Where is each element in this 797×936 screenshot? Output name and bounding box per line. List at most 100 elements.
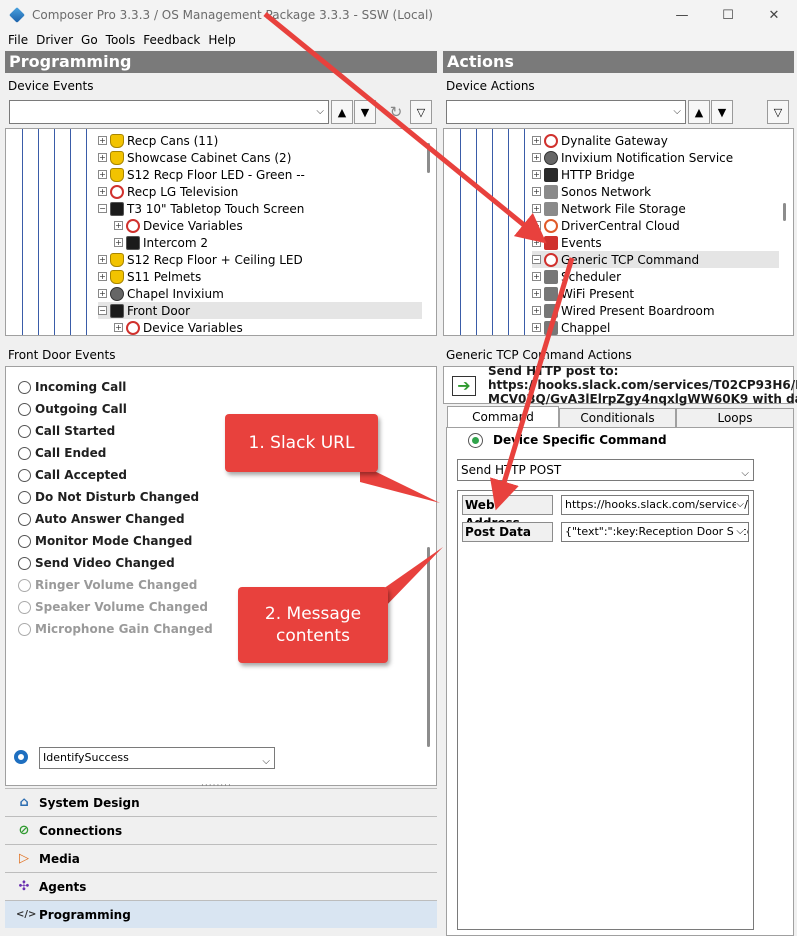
expand-icon[interactable]: + [98,187,107,196]
menu-tools[interactable]: Tools [106,33,136,47]
tree-item[interactable]: + Chapel Invixium [98,285,422,302]
scrollbar[interactable] [427,143,430,173]
nav-agents[interactable]: ✣ Agents [5,872,437,900]
move-down-button[interactable]: ▼ [711,100,733,124]
event-option[interactable]: Call Started [18,420,115,442]
device-actions-filter-combo[interactable]: ⌵ [446,100,686,124]
tree-item[interactable]: + Invixium Notification Service [532,149,779,166]
radio-icon[interactable] [18,556,31,570]
tree-item[interactable]: + Device Variables [114,217,422,234]
tree-item[interactable]: + S12 Recp Floor + Ceiling LED [98,251,422,268]
radio-icon[interactable] [18,402,31,416]
expand-icon[interactable]: + [98,136,107,145]
tree-item[interactable]: + Device Variables [114,319,422,335]
nav-programming[interactable]: </> Programming [5,900,437,928]
tree-item[interactable]: + Network File Storage [532,200,779,217]
tree-item[interactable]: − Generic TCP Command [532,251,779,268]
radio-icon[interactable] [18,424,31,438]
expand-icon[interactable]: + [532,289,541,298]
move-down-button[interactable]: ▼ [354,100,376,124]
web-address-field[interactable]: https://hooks.slack.com/services/ ⌵ [561,495,749,515]
move-up-button[interactable]: ▲ [688,100,710,124]
tree-item[interactable]: + HTTP Bridge [532,166,779,183]
event-option[interactable]: Outgoing Call [18,398,127,420]
command-select[interactable]: Send HTTP POST ⌵ [457,459,754,481]
tab-loops[interactable]: Loops [676,408,794,427]
radio-icon[interactable] [18,512,31,526]
event-option[interactable]: Monitor Mode Changed [18,530,192,552]
minimize-button[interactable]: — [659,0,705,30]
expand-icon[interactable]: + [532,238,541,247]
maximize-button[interactable]: ☐ [705,0,751,30]
expand-icon[interactable]: + [98,170,107,179]
expand-icon[interactable]: + [98,289,107,298]
collapse-icon[interactable]: − [98,306,107,315]
menu-driver[interactable]: Driver [36,33,73,47]
radio-icon[interactable] [18,490,31,504]
tree-item[interactable]: − T3 10" Tabletop Touch Screen [98,200,422,217]
tree-item[interactable]: + WiFi Present [532,285,779,302]
menu-go[interactable]: Go [81,33,98,47]
expand-icon[interactable]: + [532,136,541,145]
filter-button[interactable]: ▽ [410,100,432,124]
event-option[interactable]: Send Video Changed [18,552,175,574]
tree-item[interactable]: + Recp Cans (11) [98,132,422,149]
collapse-icon[interactable]: − [98,204,107,213]
expand-icon[interactable]: + [98,153,107,162]
tree-item[interactable]: + Events [532,234,779,251]
nav-media[interactable]: ▷ Media [5,844,437,872]
expand-icon[interactable]: + [114,323,123,332]
tree-item[interactable]: + Intercom 2 [114,234,422,251]
event-option[interactable]: Do Not Disturb Changed [18,486,199,508]
tree-item[interactable]: + Scheduler [532,268,779,285]
move-up-button[interactable]: ▲ [331,100,353,124]
variable-radio-selected[interactable] [14,750,28,764]
device-specific-radio[interactable] [468,433,483,448]
refresh-button[interactable]: ↻ [385,100,407,124]
collapse-icon[interactable]: − [532,255,541,264]
expand-icon[interactable]: + [98,255,107,264]
expand-icon[interactable]: + [532,204,541,213]
event-option[interactable]: Incoming Call [18,376,126,398]
add-action-button[interactable]: ➔ [452,376,476,396]
menu-help[interactable]: Help [208,33,235,47]
radio-icon[interactable] [18,380,31,394]
post-data-field[interactable]: {"text":":key:Reception Door Succe ⌵ [561,522,749,542]
expand-icon[interactable]: + [532,153,541,162]
expand-icon[interactable]: + [532,272,541,281]
tree-item[interactable]: + Showcase Cabinet Cans (2) [98,149,422,166]
expand-icon[interactable]: + [532,221,541,230]
nav-system-design[interactable]: ⌂ System Design [5,788,437,816]
tree-item[interactable]: + Chappel [532,319,779,335]
scrollbar[interactable] [427,547,430,747]
expand-icon[interactable]: + [98,272,107,281]
event-option[interactable]: Auto Answer Changed [18,508,185,530]
tree-item[interactable]: + Dynalite Gateway [532,132,779,149]
radio-icon[interactable] [18,534,31,548]
close-button[interactable]: ✕ [751,0,797,30]
menu-file[interactable]: File [8,33,28,47]
expand-icon[interactable]: + [532,306,541,315]
event-option[interactable]: Call Ended [18,442,106,464]
scrollbar[interactable] [783,203,786,221]
radio-icon[interactable] [18,468,31,482]
tree-item[interactable]: + S12 Recp Floor LED - Green -- [98,166,422,183]
tab-command[interactable]: Command [447,406,559,427]
radio-icon[interactable] [18,446,31,460]
tree-item[interactable]: − Front Door [98,302,422,319]
tab-conditionals[interactable]: Conditionals [559,408,676,427]
tree-item[interactable]: + S11 Pelmets [98,268,422,285]
expand-icon[interactable]: + [114,221,123,230]
expand-icon[interactable]: + [532,323,541,332]
tree-item[interactable]: + Sonos Network [532,183,779,200]
variable-select[interactable]: IdentifySuccess ⌵ [39,747,275,769]
nav-connections[interactable]: ⊘ Connections [5,816,437,844]
tree-item[interactable]: + DriverCentral Cloud [532,217,779,234]
tree-item[interactable]: + Recp LG Television [98,183,422,200]
expand-icon[interactable]: + [532,187,541,196]
event-option[interactable]: Call Accepted [18,464,127,486]
expand-icon[interactable]: + [114,238,123,247]
device-events-filter-combo[interactable]: ⌵ [9,100,329,124]
menu-feedback[interactable]: Feedback [143,33,200,47]
expand-icon[interactable]: + [532,170,541,179]
